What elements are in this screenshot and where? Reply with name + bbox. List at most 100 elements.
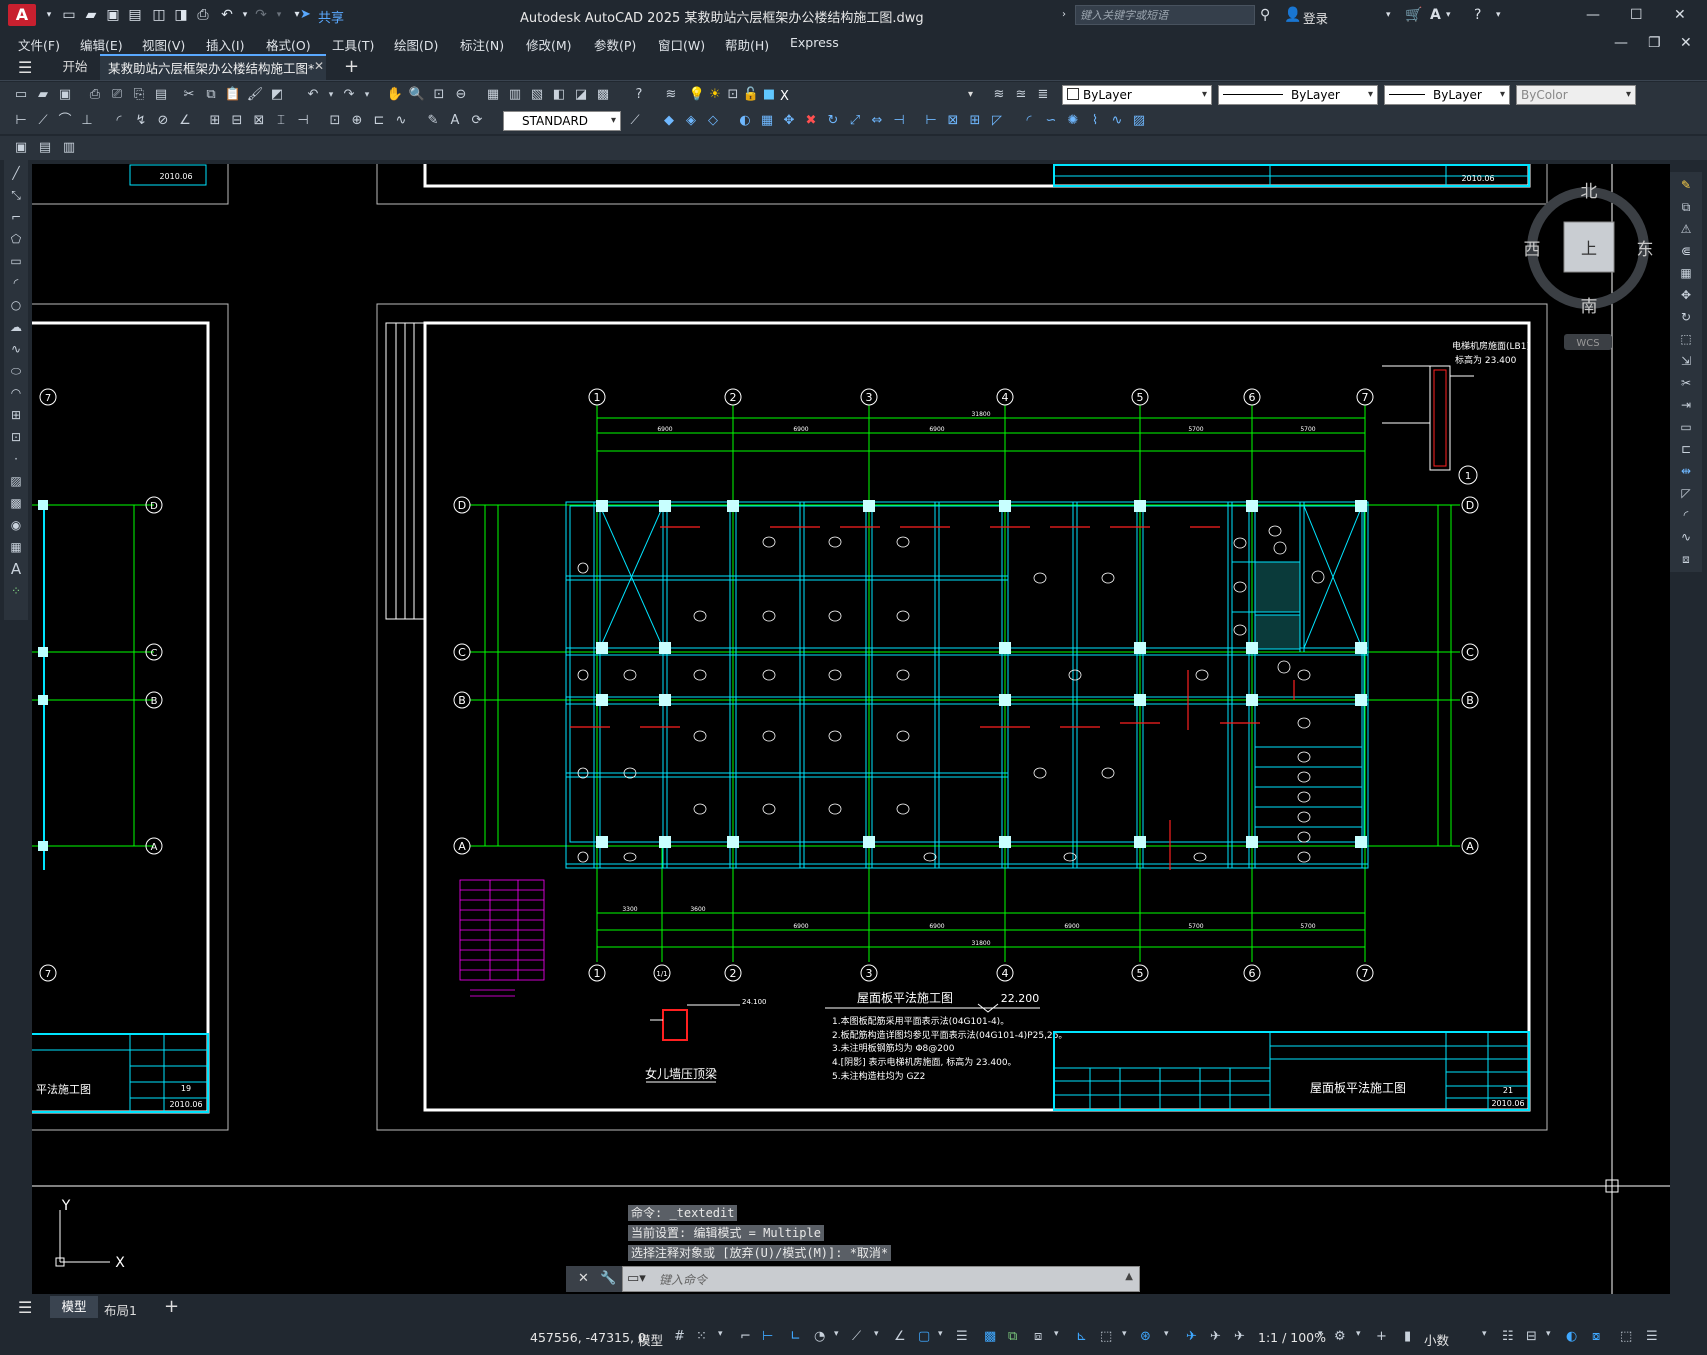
plot-preview-icon[interactable]: ⎚ (108, 86, 126, 104)
array-icon[interactable]: ▦ (1677, 264, 1695, 282)
publish-icon[interactable]: ⎘ (130, 86, 148, 104)
app-menu-dropdown-icon[interactable]: ▾ (40, 6, 58, 24)
inspection-icon[interactable]: ⊏ (370, 112, 388, 130)
autodesk-app-icon[interactable]: A (1430, 6, 1441, 24)
menu-edit[interactable]: 编辑(E) (80, 35, 123, 54)
break-icon[interactable]: ⊏ (1677, 440, 1695, 458)
dim-style-dropdown[interactable]: STANDARD ▾ (503, 111, 621, 131)
model-space-button[interactable]: 模型 (638, 1330, 663, 1349)
help-dropdown-icon[interactable]: ▾ (1496, 6, 1501, 24)
layer-dropdown-arrow-icon[interactable]: ▾ (968, 89, 973, 100)
application-menu-button[interactable]: A (8, 4, 36, 26)
design-center-icon[interactable]: ▥ (506, 86, 524, 104)
arc-length-icon[interactable]: ⌒ (56, 112, 74, 130)
gradient-icon[interactable]: ▩ (7, 494, 25, 512)
break-icon[interactable]: ⊠ (944, 112, 962, 130)
angular-dim-icon[interactable]: ∠ (176, 112, 194, 130)
open-file-icon[interactable]: ▰ (82, 6, 100, 24)
osnap-dropdown-icon[interactable]: ▾ (938, 1329, 943, 1339)
snap-dropdown-icon[interactable]: ▾ (718, 1329, 723, 1339)
linear-dim-icon[interactable]: ⊢ (12, 112, 30, 130)
save-as-icon[interactable]: ▤ (126, 6, 144, 24)
web-save-icon[interactable]: ◨ (172, 6, 190, 24)
spline-icon[interactable]: ∿ (7, 340, 25, 358)
extend-icon[interactable]: ⊢ (922, 112, 940, 130)
stretch-icon[interactable]: ⇔ (868, 112, 886, 130)
redo-icon[interactable]: ↷ (252, 6, 270, 24)
tolerance-icon[interactable]: ⊡ (326, 112, 344, 130)
menu-help[interactable]: 帮助(H) (725, 35, 769, 54)
extend-icon[interactable]: ⇥ (1677, 396, 1695, 414)
selection-cycling-icon[interactable]: ⧉ (1008, 1329, 1017, 1344)
new-layout-icon[interactable]: + (164, 1296, 179, 1317)
isodraft-dropdown-icon[interactable]: ▾ (874, 1329, 879, 1339)
blend-icon[interactable]: ∽ (1042, 112, 1060, 130)
pan-icon[interactable]: ✋ (386, 86, 404, 104)
save-icon[interactable]: ▣ (56, 86, 74, 104)
scale-icon[interactable]: ⤢ (846, 112, 864, 130)
command-customize-icon[interactable]: 🔧 (600, 1271, 616, 1286)
tool-palettes-icon[interactable]: ▧ (528, 86, 546, 104)
properties-icon[interactable]: ▦ (484, 86, 502, 104)
search-icon[interactable]: ⚲ (1260, 6, 1270, 24)
command-history-toggle-icon[interactable]: ▲ (1125, 1271, 1133, 1282)
dynamic-input-icon[interactable]: ⊢ (762, 1329, 773, 1344)
tab-model[interactable]: 模型 (50, 1296, 98, 1318)
share-button[interactable]: 共享 (318, 7, 344, 26)
redo-dropdown-icon[interactable]: ▾ (358, 86, 376, 104)
sheet-set-icon[interactable]: ◧ (550, 86, 568, 104)
region-icon[interactable]: ◉ (7, 516, 25, 534)
login-button[interactable]: 登录 (1303, 8, 1328, 27)
undo-icon[interactable]: ↶ (304, 86, 322, 104)
chamfer-icon[interactable]: ◸ (1677, 484, 1695, 502)
tab-document[interactable]: 某救助站六层框架办公楼结构施工图* (100, 54, 326, 80)
baseline-dim-icon[interactable]: ⊟ (228, 112, 246, 130)
new-tab-icon[interactable]: + (344, 56, 359, 77)
ellipse-icon[interactable]: ⬭ (7, 362, 25, 380)
doc-close-icon[interactable]: ✕ (1680, 34, 1692, 52)
color-dropdown[interactable]: ByLayer ▾ (1062, 85, 1212, 105)
explode-icon[interactable]: ⧈ (1677, 550, 1695, 568)
offset-icon[interactable]: ◐ (736, 112, 754, 130)
command-input[interactable]: 键入命令 (659, 1271, 707, 1288)
rotate-icon[interactable]: ↻ (824, 112, 842, 130)
array-icon[interactable]: ▦ (758, 112, 776, 130)
hamburger-menu-icon[interactable]: ☰ (18, 58, 32, 77)
fillet-icon[interactable]: ◜ (1677, 506, 1695, 524)
close-window-icon[interactable]: ✕ (1674, 6, 1686, 24)
workspace-gear-icon[interactable]: ⚙ (1334, 1329, 1346, 1344)
workspace-dropdown-icon[interactable]: ▾ (1356, 1329, 1361, 1339)
aligned-dim-icon[interactable]: ⟋ (34, 112, 52, 130)
center-mark-icon[interactable]: ⊕ (348, 112, 366, 130)
splinedit-icon[interactable]: ∿ (1108, 112, 1126, 130)
copy-icon[interactable]: ⧉ (202, 86, 220, 104)
drawing-canvas[interactable]: 2010.06 2010.06 平法施工图 19 2010.06 D C B A… (32, 164, 1670, 1294)
auto-scale-icon[interactable]: ✈ (1210, 1329, 1221, 1344)
copy-object-icon[interactable]: ◈ (682, 112, 700, 130)
erase-icon[interactable]: ✎ (1677, 176, 1695, 194)
gizmo-dropdown-icon[interactable]: ▾ (1164, 1329, 1169, 1339)
trim-icon[interactable]: ✂ (1677, 374, 1695, 392)
mtext-icon[interactable]: A (7, 560, 25, 578)
stretch-icon[interactable]: ⇲ (1677, 352, 1695, 370)
dim-update-icon[interactable]: ⟳ (468, 112, 486, 130)
add-selected-icon[interactable]: ⁘ (7, 582, 25, 600)
ellipse-arc-icon[interactable]: ◠ (7, 384, 25, 402)
layer-previous-icon[interactable]: ≊ (1012, 86, 1030, 104)
block-editor-icon[interactable]: ◩ (268, 86, 286, 104)
menu-format[interactable]: 格式(O) (266, 35, 311, 54)
menu-parametric[interactable]: 参数(P) (594, 35, 636, 54)
scale-dropdown-icon[interactable]: ▾ (1318, 1329, 1323, 1339)
polar-tracking-icon[interactable]: ◔ (814, 1329, 825, 1344)
radius-dim-icon[interactable]: ◜ (110, 112, 128, 130)
lock-ui-icon[interactable]: ⊟ (1526, 1329, 1537, 1344)
workspace-save-icon[interactable]: ▣ (12, 139, 30, 157)
filter-dropdown-icon[interactable]: ▾ (1122, 1329, 1127, 1339)
undo-dropdown-icon[interactable]: ▾ (322, 86, 340, 104)
break-at-point-icon[interactable]: ▭ (1677, 418, 1695, 436)
dim-style-manager-icon[interactable]: ⟋ (626, 112, 644, 130)
menu-express[interactable]: Express (790, 35, 839, 50)
zoom-realtime-icon[interactable]: 🔍 (408, 86, 426, 104)
3dosnap-dropdown-icon[interactable]: ▾ (1054, 1329, 1059, 1339)
annotation-monitor-icon[interactable]: + (1376, 1329, 1387, 1344)
